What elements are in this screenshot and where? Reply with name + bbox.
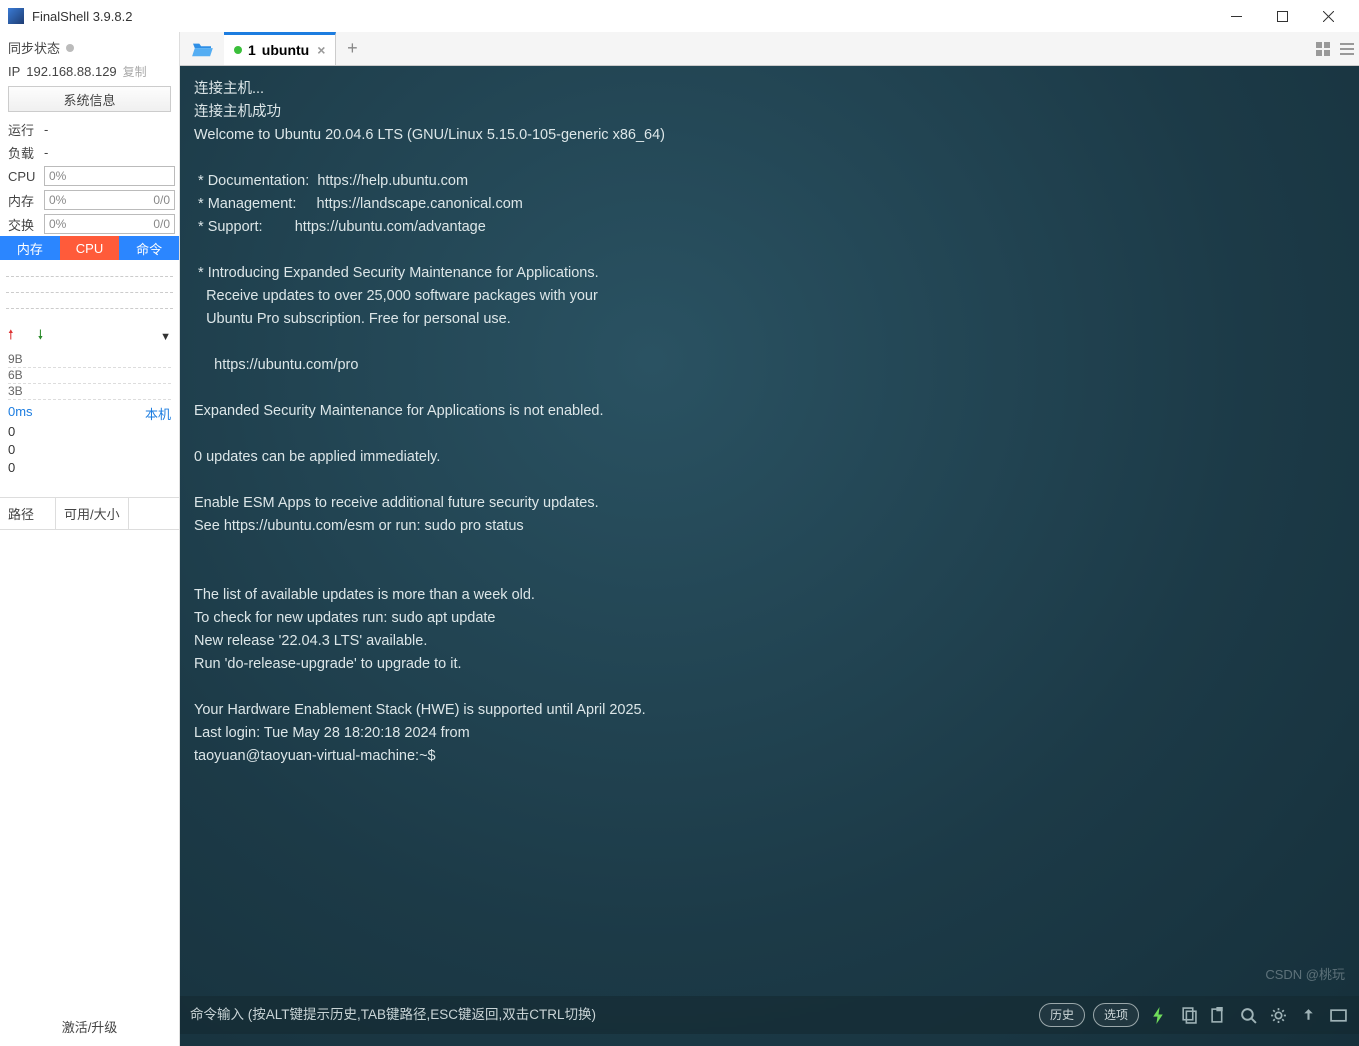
tab-name: ubuntu bbox=[262, 42, 309, 58]
paste-icon[interactable] bbox=[1207, 1004, 1229, 1026]
cpu-label: CPU bbox=[8, 169, 40, 184]
tab-bar: 1 ubuntu × + bbox=[180, 32, 1359, 66]
sync-status: 同步状态 bbox=[0, 32, 179, 63]
zero-1: 0 bbox=[8, 441, 171, 459]
mini-chart bbox=[0, 264, 179, 322]
swap-meter: 0% 0/0 bbox=[44, 214, 175, 234]
sync-label: 同步状态 bbox=[8, 38, 60, 57]
copy-ip-button[interactable]: 复制 bbox=[123, 63, 147, 80]
zero-2: 0 bbox=[8, 459, 171, 477]
tab-ubuntu[interactable]: 1 ubuntu × bbox=[224, 32, 336, 65]
system-info-button[interactable]: 系统信息 bbox=[8, 86, 171, 112]
sync-dot-icon bbox=[66, 44, 74, 52]
mem-label: 内存 bbox=[8, 191, 40, 210]
swap-ratio: 0/0 bbox=[153, 217, 170, 231]
options-button[interactable]: 选项 bbox=[1093, 1003, 1139, 1027]
search-icon[interactable] bbox=[1237, 1004, 1259, 1026]
ip-label: IP bbox=[8, 64, 20, 79]
scale-6b: 6B bbox=[8, 368, 171, 384]
swap-label: 交换 bbox=[8, 215, 40, 234]
close-button[interactable] bbox=[1305, 0, 1351, 32]
app-icon bbox=[8, 8, 24, 24]
run-label: 运行 bbox=[8, 120, 40, 139]
open-folder-icon[interactable] bbox=[180, 32, 224, 65]
window-title: FinalShell 3.9.8.2 bbox=[32, 9, 1213, 24]
watermark: CSDN @桃玩 bbox=[1265, 964, 1345, 986]
grid-view-icon[interactable] bbox=[1311, 32, 1335, 65]
copy-icon[interactable] bbox=[1177, 1004, 1199, 1026]
scale-3b: 3B bbox=[8, 384, 171, 400]
tab-memory[interactable]: 内存 bbox=[0, 236, 60, 260]
content-area: 1 ubuntu × + 连接主机... 连接主机成功 Welcome to U… bbox=[180, 32, 1359, 1046]
terminal-output: 连接主机... 连接主机成功 Welcome to Ubuntu 20.04.6… bbox=[194, 81, 665, 764]
disk-table-header: 路径 可用/大小 bbox=[0, 497, 179, 530]
col-path: 路径 bbox=[0, 498, 56, 529]
run-value: - bbox=[44, 122, 171, 137]
tab-close-icon[interactable]: × bbox=[317, 42, 325, 58]
mem-meter: 0% 0/0 bbox=[44, 190, 175, 210]
maximize-button[interactable] bbox=[1259, 0, 1305, 32]
sidebar-tabs: 内存 CPU 命令 bbox=[0, 236, 179, 260]
terminal[interactable]: 连接主机... 连接主机成功 Welcome to Ubuntu 20.04.6… bbox=[180, 66, 1359, 1046]
dropdown-triangle-icon[interactable]: ▼ bbox=[160, 331, 171, 343]
upload-icon[interactable] bbox=[1297, 1004, 1319, 1026]
chart-scale: 9B 6B 3B bbox=[0, 352, 179, 400]
mem-ratio: 0/0 bbox=[153, 193, 170, 207]
upload-arrow-icon: 🠕 bbox=[8, 326, 14, 348]
sidebar: 同步状态 IP 192.168.88.129 复制 系统信息 运行- 负载- C… bbox=[0, 32, 180, 1046]
gear-icon[interactable] bbox=[1267, 1004, 1289, 1026]
minimize-button[interactable] bbox=[1213, 0, 1259, 32]
load-value: - bbox=[44, 145, 171, 160]
tab-cpu[interactable]: CPU bbox=[60, 236, 120, 260]
cpu-meter: 0% bbox=[44, 166, 175, 186]
ip-value: 192.168.88.129 bbox=[26, 64, 116, 79]
activate-link[interactable]: 激活/升级 bbox=[0, 1007, 179, 1046]
bolt-icon[interactable] bbox=[1147, 1004, 1169, 1026]
tab-index: 1 bbox=[248, 42, 256, 58]
load-label: 负载 bbox=[8, 143, 40, 162]
command-bar: 命令输入 (按ALT键提示历史,TAB键路径,ESC键返回,双击CTRL切换) … bbox=[180, 996, 1359, 1034]
scale-9b: 9B bbox=[8, 352, 171, 368]
tab-command[interactable]: 命令 bbox=[119, 236, 179, 260]
list-view-icon[interactable] bbox=[1335, 32, 1359, 65]
local-label: 本机 bbox=[145, 404, 171, 423]
fullscreen-icon[interactable] bbox=[1327, 1004, 1349, 1026]
mem-value: 0% bbox=[49, 193, 66, 207]
latency-value: 0ms bbox=[8, 404, 33, 423]
titlebar: FinalShell 3.9.8.2 bbox=[0, 0, 1359, 32]
zero-list: 0 0 0 bbox=[0, 423, 179, 485]
download-arrow-icon: 🠗 bbox=[38, 326, 44, 348]
net-arrows: 🠕 🠗 ▼ bbox=[0, 322, 179, 352]
new-tab-button[interactable]: + bbox=[336, 32, 368, 65]
col-size: 可用/大小 bbox=[56, 498, 129, 529]
status-dot-icon bbox=[234, 46, 242, 54]
history-button[interactable]: 历史 bbox=[1039, 1003, 1085, 1027]
ip-row: IP 192.168.88.129 复制 bbox=[0, 63, 179, 86]
zero-0: 0 bbox=[8, 423, 171, 441]
cpu-value: 0% bbox=[49, 169, 66, 183]
command-hint[interactable]: 命令输入 (按ALT键提示历史,TAB键路径,ESC键返回,双击CTRL切换) bbox=[190, 1004, 1031, 1026]
swap-value: 0% bbox=[49, 217, 66, 231]
